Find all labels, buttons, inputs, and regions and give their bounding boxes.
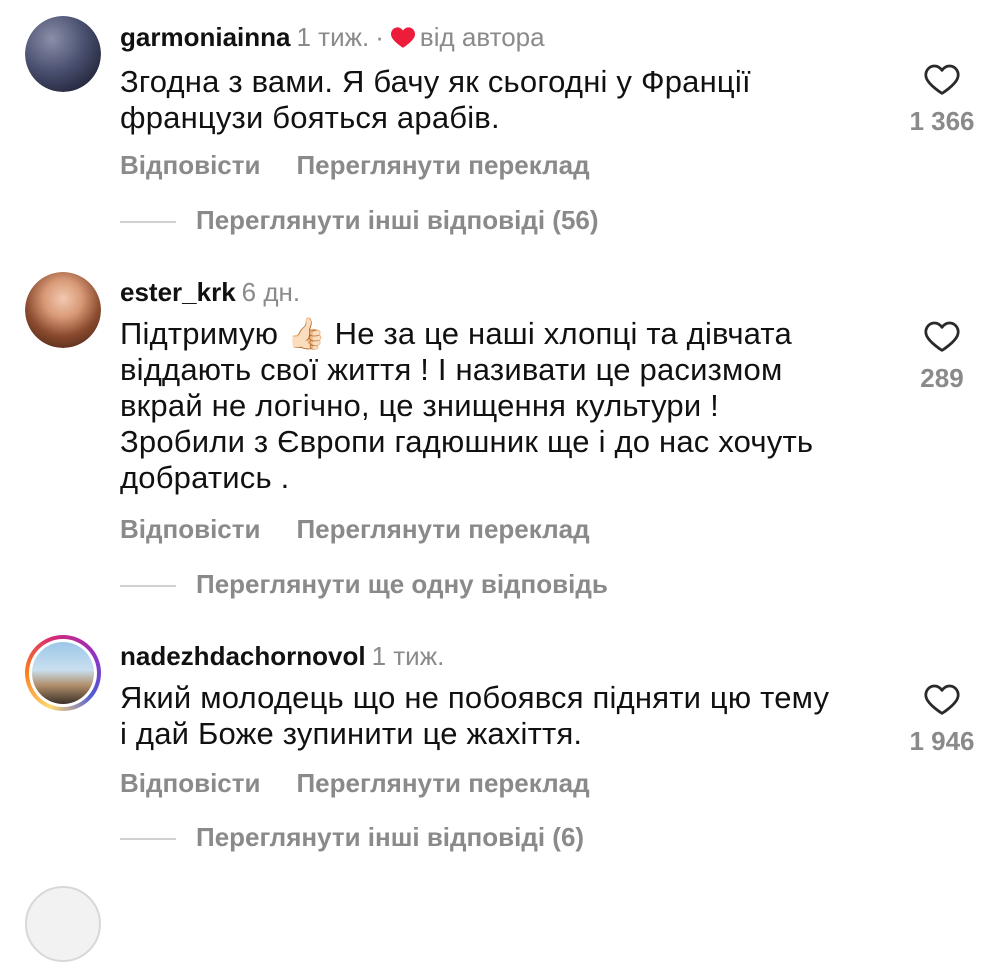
avatar[interactable] <box>25 272 101 348</box>
view-replies-button[interactable]: Переглянути інші відповіді (6) <box>120 822 584 853</box>
view-replies-label: Переглянути ще одну відповідь <box>196 569 608 599</box>
view-replies-button[interactable]: Переглянути інші відповіді (56) <box>120 205 599 236</box>
avatar[interactable] <box>25 886 101 962</box>
view-replies-label: Переглянути інші відповіді (6) <box>196 822 585 852</box>
heart-filled-icon <box>390 25 416 56</box>
comment-line: Який молодець що не побоявся підняти цю … <box>120 680 830 715</box>
comment-line: вкрай не логічно, це знищення культури ! <box>120 388 719 423</box>
comment-actions: Відповісти Переглянути переклад <box>120 514 626 545</box>
view-replies-label: Переглянути інші відповіді (56) <box>196 205 599 235</box>
comment-line: і дай Боже зупинити це жахіття. <box>120 716 583 751</box>
like-count: 1 946 <box>909 726 975 756</box>
comment-meta: nadezhdachornovol 1 тиж. <box>120 641 444 672</box>
comment-line: Підтримую 👍🏻 Не за це наші хлопці та дів… <box>120 316 792 351</box>
timestamp: 1 тиж. <box>371 641 445 671</box>
comment-line: віддають свої життя ! І називати це раси… <box>120 352 783 387</box>
username[interactable]: ester_krk <box>120 277 236 307</box>
divider <box>120 838 176 841</box>
username[interactable]: garmoniainna <box>120 22 290 52</box>
like-button[interactable]: 1 946 <box>897 682 987 757</box>
avatar[interactable] <box>25 16 101 92</box>
reply-button[interactable]: Відповісти <box>120 150 260 180</box>
liked-by-author-label: від автора <box>419 22 545 52</box>
like-count: 289 <box>920 363 964 393</box>
heart-outline-icon <box>924 64 960 95</box>
like-button[interactable]: 289 <box>897 319 987 394</box>
comment-line: Зробили з Європи гадюшник ще і до нас хо… <box>120 424 814 459</box>
reply-button[interactable]: Відповісти <box>120 768 260 798</box>
username[interactable]: nadezhdachornovol <box>120 641 366 671</box>
comment-actions: Відповісти Переглянути переклад <box>120 768 626 799</box>
comment-actions: Відповісти Переглянути переклад <box>120 150 626 181</box>
like-button[interactable]: 1 366 <box>897 62 987 137</box>
timestamp: 6 дн. <box>241 277 301 307</box>
reply-button[interactable]: Відповісти <box>120 514 260 544</box>
timestamp: 1 тиж. <box>296 22 370 52</box>
see-translation-button[interactable]: Переглянути переклад <box>296 150 589 180</box>
comment-meta: ester_krk 6 дн. <box>120 277 300 308</box>
view-replies-button[interactable]: Переглянути ще одну відповідь <box>120 569 608 600</box>
see-translation-button[interactable]: Переглянути переклад <box>296 514 589 544</box>
separator-dot: · <box>375 22 384 52</box>
see-translation-button[interactable]: Переглянути переклад <box>296 768 589 798</box>
divider <box>120 221 176 224</box>
comment-meta: garmoniainna 1 тиж. · від автора <box>120 22 545 56</box>
heart-outline-icon <box>924 684 960 715</box>
comment-text: Який молодець що не побоявся підняти цю … <box>120 680 880 752</box>
comment-text: Згодна з вами. Я бачу як сьогодні у Фран… <box>120 64 751 135</box>
comment-text: Підтримую 👍🏻 Не за це наші хлопці та дів… <box>120 316 880 496</box>
comment-line: добратись . <box>120 460 290 495</box>
heart-outline-icon <box>924 321 960 352</box>
like-count: 1 366 <box>909 106 975 136</box>
avatar-with-story-ring[interactable] <box>25 635 101 711</box>
divider <box>120 585 176 588</box>
